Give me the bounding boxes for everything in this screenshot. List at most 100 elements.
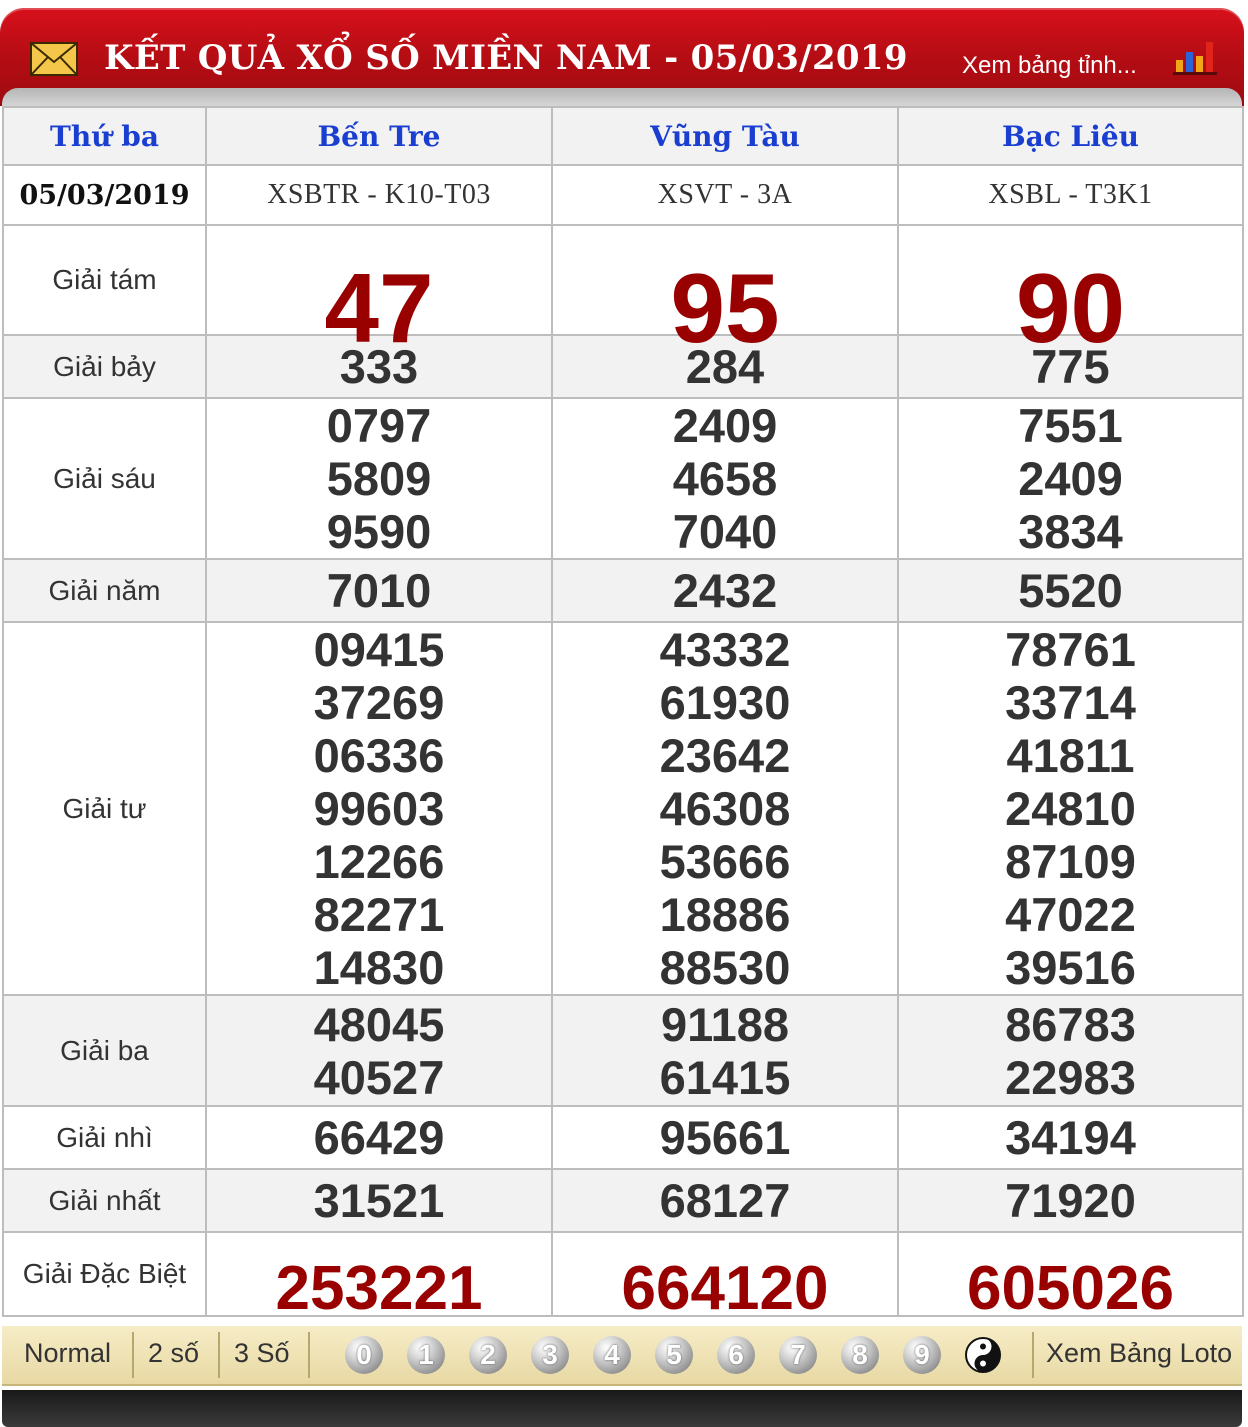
prize-label: Giải nhất xyxy=(2,1168,207,1233)
winning-number: 47022 xyxy=(1005,888,1136,941)
view-loto-table-link[interactable]: Xem Bảng Loto xyxy=(1046,1338,1232,1369)
prize-row-g6: Giải sáu 0797 5809 9590 2409 4658 7040 7551 2409… xyxy=(2,397,1244,560)
prize-cell: 664120 xyxy=(551,1231,899,1323)
winning-number: 87109 xyxy=(1005,835,1136,888)
digit-ball-6[interactable]: 6 xyxy=(717,1336,755,1374)
winning-number: 40527 xyxy=(313,1050,445,1104)
digit-ball-0[interactable]: 0 xyxy=(345,1336,383,1374)
winning-number: 37269 xyxy=(313,676,445,729)
bottom-bar xyxy=(2,1390,1242,1427)
prize-cell: 253221 xyxy=(205,1231,553,1323)
winning-number: 0797 xyxy=(326,399,432,452)
prize-cell: 43332 61930 23642 46308 53666 18886 88530 xyxy=(551,621,899,996)
ticket-code: XSBL - T3K1 xyxy=(897,164,1244,226)
prize-cell: 2409 4658 7040 xyxy=(551,397,899,560)
winning-number: 91188 xyxy=(660,997,790,1051)
toolbar-divider xyxy=(308,1332,310,1378)
prize-cell: 2432 xyxy=(551,558,899,623)
winning-number: 61415 xyxy=(659,1050,791,1104)
normal-mode-button[interactable]: Normal xyxy=(24,1338,111,1369)
view-province-table-link[interactable]: Xem bảng tỉnh... xyxy=(962,52,1137,80)
digit-ball-9[interactable]: 9 xyxy=(903,1336,941,1374)
winning-number: 2409 xyxy=(672,399,778,452)
winning-number: 664120 xyxy=(621,1253,829,1323)
prize-cell: 95661 xyxy=(551,1105,899,1170)
digit-ball-5[interactable]: 5 xyxy=(655,1336,693,1374)
prize-cell: 333 xyxy=(205,334,553,399)
winning-number: 82271 xyxy=(313,888,445,941)
province-name-ben-tre[interactable]: Bến Tre xyxy=(205,106,553,166)
winning-number: 78761 xyxy=(1005,623,1136,676)
prize-label: Giải tư xyxy=(2,621,207,996)
winning-number: 47 xyxy=(324,252,434,363)
winning-number: 12266 xyxy=(313,835,445,888)
prize-cell: 7551 2409 3834 xyxy=(897,397,1244,560)
winning-number: 99603 xyxy=(313,782,445,835)
prize-cell: 09415 37269 06336 99603 12266 82271 14830 xyxy=(205,621,553,996)
ticket-code-row: 05/03/2019 XSBTR - K10-T03 XSVT - 3A XSB… xyxy=(2,164,1244,226)
winning-number: 61930 xyxy=(659,676,791,729)
prize-row-g1: Giải nhất 31521 68127 71920 xyxy=(2,1168,1244,1233)
prize-label: Giải Đặc Biệt xyxy=(2,1231,207,1317)
winning-number: 2432 xyxy=(672,564,778,617)
digit-ball-8[interactable]: 8 xyxy=(841,1336,879,1374)
province-name-bac-lieu[interactable]: Bạc Liêu xyxy=(897,106,1244,166)
winning-number: 605026 xyxy=(967,1253,1174,1323)
winning-number: 4658 xyxy=(672,452,778,505)
prize-cell: 48045 40527 xyxy=(205,994,553,1107)
toolbar-divider xyxy=(132,1332,134,1378)
prize-label: Giải nhì xyxy=(2,1105,207,1170)
prize-label: Giải tám xyxy=(2,224,207,336)
province-name-vung-tau[interactable]: Vũng Tàu xyxy=(551,106,899,166)
winning-number: 7040 xyxy=(672,505,778,558)
prize-row-g7: Giải bảy 333 284 775 xyxy=(2,334,1244,399)
envelope-icon xyxy=(30,42,78,76)
winning-number: 3834 xyxy=(1018,505,1123,558)
winning-number: 95661 xyxy=(659,1111,791,1164)
prize-cell: 284 xyxy=(551,334,899,399)
winning-number: 9590 xyxy=(326,505,432,558)
winning-number: 68127 xyxy=(659,1174,791,1227)
digit-ball-2[interactable]: 2 xyxy=(469,1336,507,1374)
three-digit-mode-button[interactable]: 3 Số xyxy=(234,1338,290,1369)
digit-ball-7[interactable]: 7 xyxy=(779,1336,817,1374)
winning-number: 95 xyxy=(670,252,780,363)
prize-cell: 775 xyxy=(897,334,1244,399)
winning-number: 39516 xyxy=(1005,941,1136,994)
prize-row-g4: Giải tư 09415 37269 06336 99603 12266 82271 148… xyxy=(2,621,1244,996)
prize-cell: 68127 xyxy=(551,1168,899,1233)
winning-number: 34194 xyxy=(1005,1111,1136,1164)
prize-row-g3: Giải ba 48045 40527 91188 61415 86783 22983 xyxy=(2,994,1244,1107)
digit-ball-3[interactable]: 3 xyxy=(531,1336,569,1374)
digit-ball-4[interactable]: 4 xyxy=(593,1336,631,1374)
winning-number: 53666 xyxy=(659,835,791,888)
winning-number: 24810 xyxy=(1005,782,1136,835)
weekday-label: Thứ ba xyxy=(2,106,207,166)
winning-number: 284 xyxy=(685,340,765,393)
winning-number: 23642 xyxy=(659,729,791,782)
winning-number: 46308 xyxy=(659,782,791,835)
winning-number: 333 xyxy=(339,340,419,393)
prize-cell: 90 xyxy=(897,224,1244,363)
winning-number: 775 xyxy=(1031,340,1110,393)
winning-number: 31521 xyxy=(313,1174,445,1227)
prize-cell: 86783 22983 xyxy=(897,994,1244,1107)
winning-number: 48045 xyxy=(313,997,445,1051)
ticket-code: XSBTR - K10-T03 xyxy=(205,164,553,226)
loto-toolbar: Normal 2 số 3 Số 0123456789 Xem Bảng Lot… xyxy=(2,1326,1242,1386)
prize-label: Giải bảy xyxy=(2,334,207,399)
prize-row-special: Giải Đặc Biệt 253221 664120 605026 xyxy=(2,1231,1244,1323)
winning-number: 88530 xyxy=(659,941,791,994)
two-digit-mode-button[interactable]: 2 số xyxy=(148,1338,199,1369)
winning-number: 22983 xyxy=(1005,1050,1136,1104)
bar-chart-icon[interactable] xyxy=(1172,38,1218,76)
winning-number: 90 xyxy=(1015,252,1125,363)
yin-yang-icon[interactable] xyxy=(964,1336,1002,1374)
prize-cell: 66429 xyxy=(205,1105,553,1170)
winning-number: 71920 xyxy=(1005,1174,1136,1227)
digit-ball-1[interactable]: 1 xyxy=(407,1336,445,1374)
prize-cell: 7010 xyxy=(205,558,553,623)
prize-row-g2: Giải nhì 66429 95661 34194 xyxy=(2,1105,1244,1170)
toolbar-divider xyxy=(1032,1332,1034,1378)
draw-date: 05/03/2019 xyxy=(2,164,207,226)
